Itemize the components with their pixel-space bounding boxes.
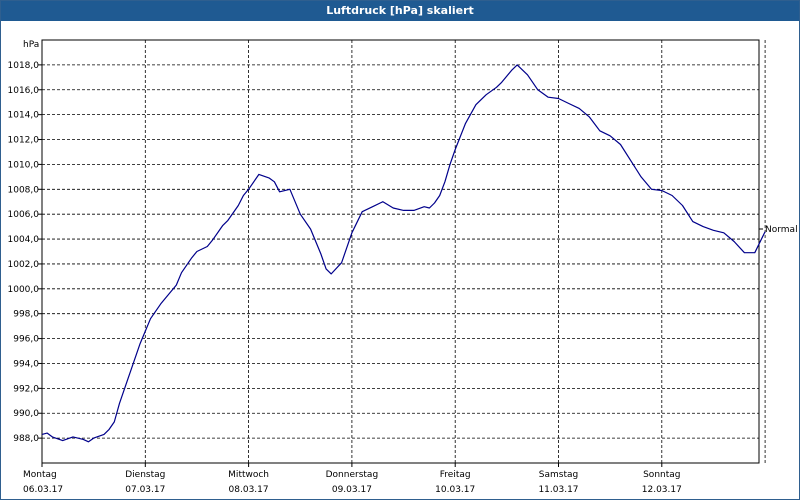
x-tick-day-label: Samstag — [539, 470, 578, 480]
x-tick-date-label: 08.03.17 — [229, 485, 269, 495]
x-tick-day-label: Mittwoch — [228, 470, 269, 480]
y-tick-label: 1004,0 — [8, 235, 40, 245]
y-axis: 988,0 990,0 992,0 994,0 996,0 998,0 1000,0 1002… — [8, 61, 763, 444]
x-tick-date-label: 10.03.17 — [435, 485, 475, 495]
y-tick-label: 1010,0 — [8, 160, 40, 170]
x-tick-day-label: Dienstag — [125, 470, 165, 480]
y-tick-label: 1016,0 — [8, 86, 40, 96]
chart-window: Luftdruck [hPa] skaliert 988,0 990,0 992,0… — [0, 0, 800, 500]
y-tick-label: 990,0 — [13, 409, 39, 419]
y-tick-label: 1008,0 — [8, 185, 40, 195]
x-axis: Montag 06.03.17 Dienstag 07.03.17 Mittwoch 08… — [23, 463, 682, 495]
y-axis-unit-label: hPa — [23, 40, 39, 50]
x-tick-day-label: Freitag — [440, 470, 471, 480]
y-tick-label: 988,0 — [13, 434, 39, 444]
y-tick-label: 1012,0 — [8, 136, 40, 146]
y-tick-label: 1000,0 — [8, 285, 40, 295]
y-tick-label: 1014,0 — [8, 111, 40, 121]
x-tick-day-label: Montag — [23, 470, 57, 480]
y-tick-label: 1018,0 — [8, 61, 40, 71]
x-tick-day-label: Donnerstag — [326, 470, 379, 480]
y-tick-label: 1002,0 — [8, 260, 40, 270]
x-tick-day-label: Sonntag — [643, 470, 680, 480]
grid-lines — [42, 40, 766, 463]
x-tick-date-label: 09.03.17 — [332, 485, 372, 495]
y-tick-label: 998,0 — [13, 310, 39, 320]
series-layer — [41, 64, 766, 443]
x-tick-date-label: 07.03.17 — [125, 485, 165, 495]
y-tick-label: 1006,0 — [8, 210, 40, 220]
y-tick-label: 996,0 — [13, 335, 39, 345]
x-tick-date-label: 12.03.17 — [642, 485, 682, 495]
plot-frame — [41, 39, 760, 464]
pressure-series-line — [41, 64, 766, 443]
y-tick-label: 992,0 — [13, 384, 39, 394]
y-tick-label: 994,0 — [13, 359, 39, 369]
normal-annotation: Normal — [765, 225, 798, 235]
pressure-chart: 988,0 990,0 992,0 994,0 996,0 998,0 1000,0 1002… — [8, 39, 798, 495]
x-tick-date-label: 11.03.17 — [538, 485, 578, 495]
x-tick-date-label: 06.03.17 — [23, 485, 63, 495]
